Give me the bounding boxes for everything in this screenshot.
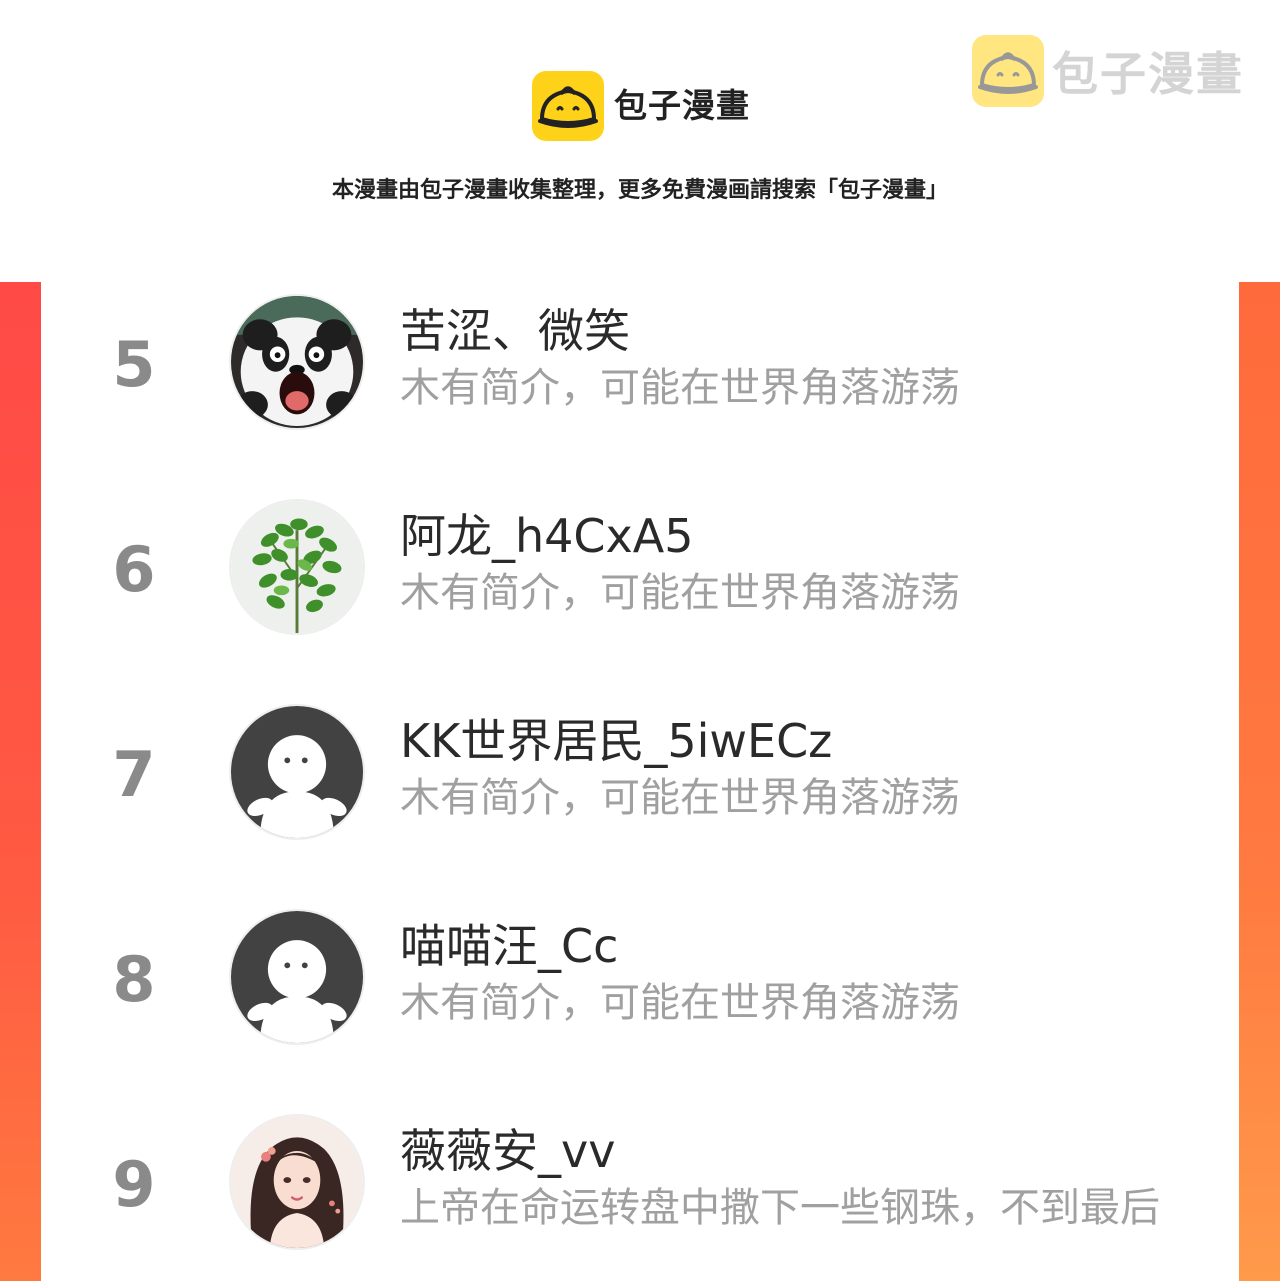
- user-bio: 木有简介，可能在世界角落游荡: [400, 570, 960, 616]
- user-bio: 上帝在命运转盘中撒下一些钢珠，不到最后: [400, 1185, 1160, 1231]
- user-bio: 木有简介，可能在世界角落游荡: [400, 980, 960, 1026]
- plant-avatar[interactable]: [229, 499, 365, 635]
- ranking-row[interactable]: 7 KK世界居民_5iwECz 木有简介，可能在世界角落游荡: [41, 692, 1239, 897]
- ranking-list: 5 苦涩、微笑 木有简介，可能在世界角落游荡 6 阿龙_h4CxA5 木有简介，…: [41, 282, 1239, 1281]
- user-bio: 木有简介，可能在世界角落游荡: [400, 775, 960, 821]
- user-name[interactable]: 苦涩、微笑: [400, 302, 630, 360]
- right-accent-bar: [1239, 282, 1280, 1281]
- girl-avatar[interactable]: [229, 1114, 365, 1250]
- rank-number: 6: [112, 533, 156, 606]
- rank-number: 7: [112, 738, 156, 811]
- source-notice: 本漫畫由包子漫畫收集整理，更多免費漫画請搜索「包子漫畫」: [331, 178, 948, 203]
- baozi-logo-icon: [532, 71, 604, 141]
- default-avatar[interactable]: [229, 909, 365, 1045]
- user-name[interactable]: KK世界居民_5iwECz: [400, 712, 832, 770]
- rank-number: 9: [112, 1148, 156, 1221]
- user-name[interactable]: 阿龙_h4CxA5: [400, 507, 694, 565]
- user-name[interactable]: 薇薇安_vv: [400, 1122, 615, 1180]
- ranking-row[interactable]: 9 薇薇安_vv 上帝在命运转盘中撒下一些钢珠，不到最后: [41, 1102, 1239, 1281]
- rank-number: 5: [112, 328, 156, 401]
- ranking-row[interactable]: 6 阿龙_h4CxA5 木有简介，可能在世界角落游荡: [41, 487, 1239, 692]
- watermark-logo-icon: [972, 35, 1044, 107]
- user-name[interactable]: 喵喵汪_Cc: [400, 917, 618, 975]
- rank-number: 8: [112, 943, 156, 1016]
- ranking-row[interactable]: 8 喵喵汪_Cc 木有简介，可能在世界角落游荡: [41, 897, 1239, 1102]
- ranking-row[interactable]: 5 苦涩、微笑 木有简介，可能在世界角落游荡: [41, 282, 1239, 487]
- panda-avatar[interactable]: [229, 294, 365, 430]
- user-bio: 木有简介，可能在世界角落游荡: [400, 365, 960, 411]
- watermark-text: 包子漫畫: [1052, 47, 1244, 101]
- brand-name: 包子漫畫: [614, 86, 750, 125]
- left-accent-bar: [0, 282, 41, 1281]
- default-avatar[interactable]: [229, 704, 365, 840]
